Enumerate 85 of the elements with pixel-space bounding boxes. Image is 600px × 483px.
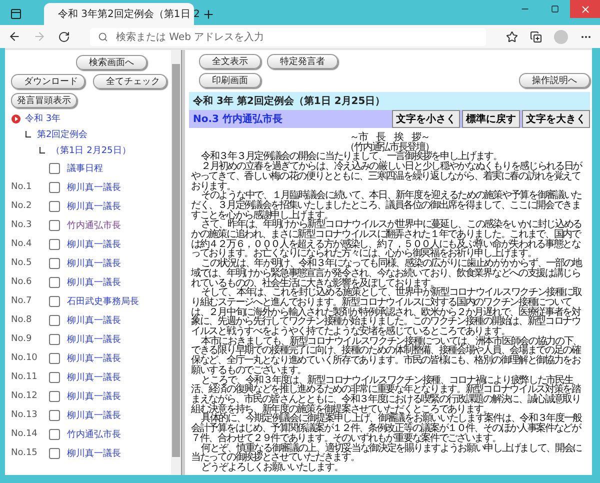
item-number: No.6 — [11, 277, 33, 287]
speaker-link[interactable]: 議事日程 — [67, 162, 167, 174]
speech-paragraph: 具体的に、今期定例議会に御提案申し上げ、御審議をお願いいたします案件は、令和３年度一般会計予算をはじめ、予算関係議案が１２件、条例改正等の議案が１０件、そのほか人事案件などが７件、合わせて２９件であります。そのいずれもが重要な案件でございます。 — [191, 414, 583, 444]
meeting-title: 令和 3年 第2回定例会（第1日 2月25日） — [189, 92, 590, 110]
address-placeholder: 検索または Web アドレスを入力 — [116, 30, 264, 44]
search-page-button[interactable]: 検索画面へ — [76, 55, 147, 70]
item-number: No.7 — [11, 296, 33, 306]
tree-node[interactable]: 第2回定例会 — [37, 128, 88, 141]
speaker-name: No.3 竹内通弘市長 — [193, 112, 284, 126]
back-icon[interactable] — [8, 30, 21, 43]
speaker-link[interactable]: 柳川真一議長 — [67, 180, 167, 194]
view-button[interactable]: 特定発言者 — [267, 54, 338, 69]
tree-node[interactable]: （第1日 2月25日） — [51, 144, 131, 157]
toggle-button[interactable]: 発言冒頭表示 — [11, 93, 77, 108]
item-number: No.4 — [11, 239, 33, 249]
item-number: No.1 — [11, 182, 33, 192]
speaker-link[interactable]: 柳川真一議長 — [67, 276, 167, 288]
maximize-icon — [551, 5, 559, 13]
item-number: No.14 — [11, 429, 38, 439]
checkbox[interactable] — [49, 314, 60, 326]
speaker-link[interactable]: 柳川真一議長 — [67, 200, 167, 212]
play-icon — [11, 114, 21, 124]
checkbox[interactable] — [49, 410, 60, 420]
item-number: No.13 — [11, 410, 38, 420]
font-size-button[interactable]: 文字を小さく — [392, 110, 460, 128]
speaker-link[interactable]: 柳川真一議長 — [67, 238, 167, 250]
tab-actions-icon[interactable] — [10, 8, 22, 20]
item-number: No.5 — [11, 258, 33, 268]
search-icon — [98, 32, 108, 42]
speaker-link[interactable]: 石田武史事務局長 — [67, 294, 167, 308]
checkbox[interactable] — [49, 182, 60, 192]
new-tab-icon[interactable] — [202, 8, 215, 21]
item-number: No.3 — [11, 220, 33, 230]
checkbox[interactable] — [49, 220, 60, 230]
speaker-link[interactable]: 柳川真一議長 — [67, 408, 167, 422]
collections-icon[interactable] — [530, 30, 542, 42]
font-size-button[interactable]: 文字を大きく — [522, 110, 590, 128]
checkbox[interactable] — [49, 390, 60, 402]
help-button[interactable]: 操作説明へ — [519, 73, 590, 88]
checkbox[interactable] — [49, 258, 60, 268]
item-number: No.11 — [11, 372, 38, 382]
item-number: No.9 — [11, 334, 33, 344]
action-button[interactable]: ダウンロード — [11, 74, 85, 89]
checkbox[interactable] — [49, 372, 60, 382]
tab-title: 令和 3年第2回定例会（第1日 2 — [58, 8, 200, 21]
speaker-link[interactable]: 柳川真一議長 — [67, 446, 167, 460]
checkbox[interactable] — [49, 162, 60, 174]
checkbox[interactable] — [49, 296, 60, 306]
speech-subheading: （竹内通弘市長登壇） — [345, 142, 434, 152]
speaker-link[interactable]: 柳川真一議長 — [67, 332, 167, 346]
checkbox[interactable] — [49, 352, 60, 364]
print-button[interactable]: 印刷画面 — [199, 73, 261, 88]
speaker-link[interactable]: 柳川真一議長 — [67, 314, 167, 326]
checkbox[interactable] — [49, 200, 60, 212]
speech-paragraph: そして、本年は、これを封じ込める施策として、世界中が新型コロナウイルスワクチン接種に取り組むステージへと進んでおります。新型コロナウイルスに対する国内のワクチン接種については、２月中旬に海外から輸入された製剤が特例承認され、欧米から２か月遅れで、医療従事者を対象に、先週から先行してワクチン接種が始まりました。このワクチン接種の開始は、新型コロナウイルスと戦うすべをようやく持てたような安堵を感じているところであります。 — [191, 288, 583, 337]
speaker-link[interactable]: 柳川真一議長 — [67, 352, 167, 364]
tree-node[interactable]: 令和 3年 — [25, 112, 61, 125]
speech-paragraph: どうぞよろしくお願いいたします。 — [200, 462, 343, 473]
close-icon — [580, 4, 590, 14]
close-window-button[interactable] — [570, 0, 600, 18]
item-number: No.12 — [11, 391, 38, 401]
item-number: No.8 — [11, 315, 33, 325]
reload-icon[interactable] — [58, 30, 70, 42]
checkbox[interactable] — [49, 448, 60, 458]
view-button[interactable]: 全文表示 — [199, 54, 261, 69]
checkbox[interactable] — [49, 428, 60, 440]
address-field[interactable]: 検索または Web アドレスを入力 — [90, 28, 486, 46]
checkbox[interactable] — [49, 276, 60, 288]
scrollbar[interactable] — [171, 50, 181, 475]
speaker-link[interactable]: 柳川真一議長 — [67, 370, 167, 384]
speaker-link[interactable]: 柳川真一議長 — [67, 390, 167, 402]
speech-paragraph: 何とぞ、慎重なる御審議の上、適切妥当な御決定を賜りますようお願い申し上げまして、開会に当たっての御挨拶とさせていただきます。 — [191, 444, 583, 463]
item-number: No.15 — [11, 448, 38, 458]
speaker-link[interactable]: 竹内通弘市長 — [67, 428, 167, 440]
action-button[interactable]: 全てチェック — [93, 74, 167, 89]
checkbox[interactable] — [49, 334, 60, 344]
speaker-link[interactable]: 竹内通弘市長 — [67, 218, 167, 232]
favorites-icon[interactable] — [506, 30, 518, 42]
speaker-link[interactable]: 柳川真一議長 — [67, 256, 167, 270]
checkbox[interactable] — [49, 238, 60, 250]
font-size-button[interactable]: 標準に戻す — [462, 110, 520, 128]
item-number: No.10 — [11, 353, 38, 363]
speech-heading: ～市 長 挨 拶～ — [348, 133, 430, 143]
speech-paragraph: 本市におきましても、新型コロナウイルスワクチン接種については、洲本市医師会の協力の下、できる限り早期での接種完了に向け、接種のための体制整備、接種会場や人員、会場までの足の確保など、全庁一丸となり進めていく所存であります。市民の皆様にも、格別の御理解と御協力をお願いするものでございます。 — [191, 336, 583, 376]
item-number: No.2 — [11, 201, 33, 211]
